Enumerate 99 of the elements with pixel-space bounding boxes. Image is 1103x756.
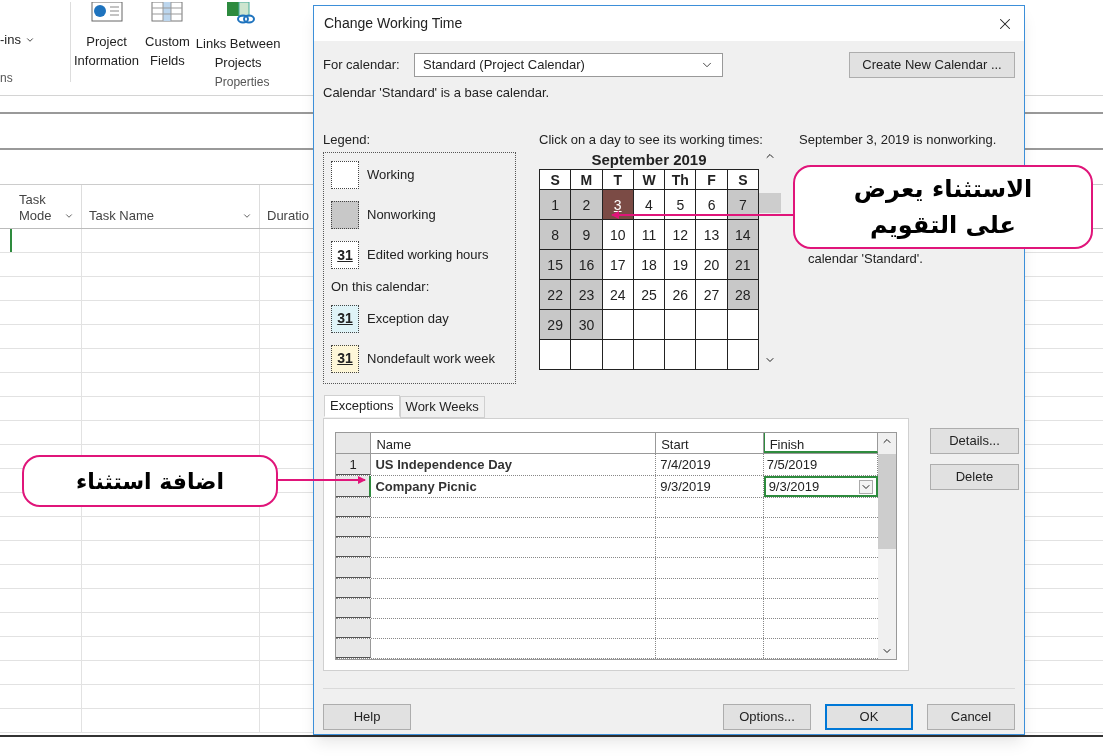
row-header[interactable] xyxy=(336,518,372,538)
table-cell: 9/3/2019 xyxy=(656,476,764,497)
scroll-thumb[interactable] xyxy=(759,193,781,213)
row-header[interactable] xyxy=(336,598,372,618)
finish-date-field[interactable]: 7/5/2019 xyxy=(763,454,878,475)
cancel-button[interactable]: Cancel xyxy=(927,704,1015,730)
window-title: Change Working Time xyxy=(324,14,463,33)
calendar-day[interactable]: 29 xyxy=(540,310,572,340)
calendar-dropdown[interactable]: Standard (Project Calendar) xyxy=(414,53,723,77)
help-button[interactable]: Help xyxy=(323,704,411,730)
dropdown-icon[interactable] xyxy=(859,479,873,494)
calendar-cell xyxy=(602,310,634,340)
calendar-day[interactable]: 20 xyxy=(696,250,728,280)
month-title: September 2019 xyxy=(590,150,708,169)
options-button[interactable]: Options... xyxy=(723,704,811,730)
calendar-instruction: Click on a day to see its working times: xyxy=(539,130,764,149)
calendar-day[interactable]: 23 xyxy=(571,280,603,310)
column-header[interactable]: Task Name xyxy=(82,185,260,228)
calendar-day[interactable]: 25 xyxy=(633,280,666,310)
calendar-cell xyxy=(665,340,697,370)
calendar-day[interactable]: 14 xyxy=(727,220,759,250)
calendar-day[interactable]: 6 xyxy=(696,190,728,220)
group-label: ns xyxy=(0,70,14,87)
calendar-day[interactable]: 18 xyxy=(633,250,666,280)
field-label: For calendar: xyxy=(323,56,401,75)
calendar-day[interactable]: 13 xyxy=(696,220,728,250)
calendar-day[interactable]: 2 xyxy=(571,190,603,220)
calendar-day[interactable]: 1 xyxy=(540,190,572,220)
row-header[interactable]: 1 xyxy=(336,454,372,475)
dropdown-icon xyxy=(64,211,74,221)
details-button[interactable]: Details... xyxy=(930,428,1019,454)
legend-heading: On this calendar: xyxy=(331,278,431,296)
ribbon-button[interactable]: Links Between Projects xyxy=(195,34,281,72)
delete-button[interactable]: Delete xyxy=(930,464,1019,490)
calendar-day[interactable]: 27 xyxy=(696,280,728,310)
callout-box: الاستثناء يعرض على التقويم xyxy=(793,165,1093,249)
create-calendar-button[interactable]: Create New Calendar ... xyxy=(849,52,1015,78)
calendar-cell xyxy=(696,340,728,370)
tab[interactable]: Exceptions xyxy=(324,395,400,417)
calendar-day[interactable]: 22 xyxy=(540,280,572,310)
calendar-day[interactable]: 16 xyxy=(571,250,603,280)
legend-swatch: 31 xyxy=(331,344,359,373)
calendar-day[interactable]: 5 xyxy=(665,190,697,220)
calendar-day[interactable]: 19 xyxy=(665,250,697,280)
calendar-day[interactable]: 26 xyxy=(665,280,697,310)
status-message: September 3, 2019 is nonworking. xyxy=(799,130,997,149)
finish-date-field[interactable]: 9/3/2019 xyxy=(763,476,878,497)
calendar-cell xyxy=(696,310,728,340)
calendar-cell xyxy=(665,310,697,340)
row-header[interactable] xyxy=(336,558,372,578)
legend-label: Working xyxy=(367,166,415,185)
callout-box: اضافة استثناء xyxy=(22,455,278,507)
table-cell: Company Picnic xyxy=(371,476,657,497)
legend-swatch: 31 xyxy=(331,241,359,269)
row-header[interactable] xyxy=(336,638,372,658)
group-label: Properties xyxy=(214,74,271,91)
legend-swatch xyxy=(331,161,359,189)
legend-label: Nondefault work week xyxy=(367,349,495,368)
column-header[interactable]: Task Mode xyxy=(12,185,82,228)
calendar-day[interactable]: 11 xyxy=(633,220,666,250)
row-header[interactable] xyxy=(336,498,372,518)
column-header: Start xyxy=(656,433,764,453)
calendar-cell xyxy=(633,310,666,340)
calendar-day[interactable]: 12 xyxy=(665,220,697,250)
table-cell: 7/4/2019 xyxy=(656,454,764,475)
legend-title: Legend: xyxy=(323,130,371,149)
ribbon-dropdown[interactable]: -ins xyxy=(0,30,70,50)
legend-swatch xyxy=(331,201,359,229)
row-header[interactable] xyxy=(336,618,372,638)
row-header[interactable] xyxy=(336,578,372,598)
calendar-cell xyxy=(633,340,666,370)
calendar-day[interactable]: 9 xyxy=(571,220,603,250)
scroll-thumb[interactable] xyxy=(878,453,896,549)
row-header[interactable] xyxy=(336,538,372,558)
calendar-day[interactable]: 15 xyxy=(540,250,572,280)
ok-button[interactable]: OK xyxy=(825,704,913,730)
calendar-day[interactable]: 30 xyxy=(571,310,603,340)
tab[interactable]: Work Weeks xyxy=(399,396,485,418)
calendar-day[interactable]: 21 xyxy=(727,250,759,280)
ribbon-button[interactable]: Project Information xyxy=(74,32,140,70)
calendar-note: Calendar 'Standard' is a base calendar. xyxy=(323,84,551,102)
legend-swatch: 31 xyxy=(331,304,359,333)
calendar-cell xyxy=(727,340,759,370)
status-detail: calendar 'Standard'. xyxy=(808,250,924,268)
calendar-day[interactable]: 8 xyxy=(540,220,572,250)
column-header: Name xyxy=(371,433,657,453)
legend-label: Exception day xyxy=(367,309,449,328)
legend-label: Edited working hours xyxy=(367,246,489,265)
legend-label: Nonworking xyxy=(367,206,436,225)
calendar-day[interactable]: 28 xyxy=(727,280,759,310)
dropdown-icon xyxy=(242,211,252,221)
table-cell: US Independence Day xyxy=(371,454,657,475)
calendar-day[interactable]: 24 xyxy=(602,280,634,310)
calendar-day[interactable]: 17 xyxy=(602,250,634,280)
ribbon-button[interactable]: Custom Fields xyxy=(145,32,190,70)
calendar-day[interactable]: 10 xyxy=(602,220,634,250)
calendar-cell xyxy=(727,310,759,340)
calendar-cell xyxy=(602,340,634,370)
calendar-cell xyxy=(571,340,603,370)
